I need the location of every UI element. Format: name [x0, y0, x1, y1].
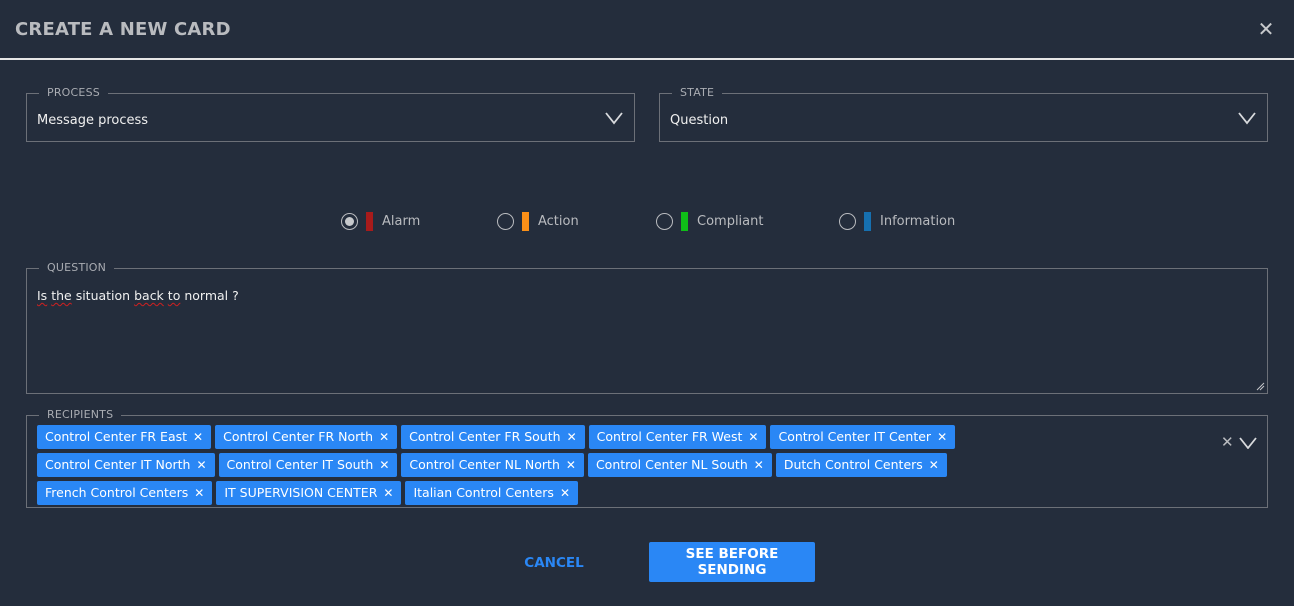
severity-label: Action [538, 214, 579, 229]
question-text[interactable]: Is the situation back to normal ? [37, 288, 239, 303]
process-value: Message process [37, 113, 149, 128]
remove-recipient-icon[interactable]: ✕ [193, 425, 203, 449]
remove-recipient-icon[interactable]: ✕ [754, 453, 764, 477]
recipient-chip-list: Control Center FR East ✕ Control Center FR… [37, 425, 1117, 505]
recipient-chip: Italian Control Centers ✕ [405, 481, 579, 505]
severity-label: Information [880, 214, 956, 229]
question-word: the [51, 288, 72, 303]
recipient-chip: Control Center FR East ✕ [37, 425, 212, 449]
recipient-chip-label: Control Center NL North [409, 457, 560, 472]
clear-all-icon[interactable]: ✕ [1221, 433, 1234, 451]
recipient-chip-label: Control Center FR North [223, 429, 374, 444]
remove-recipient-icon[interactable]: ✕ [196, 453, 206, 477]
remove-recipient-icon[interactable]: ✕ [194, 481, 204, 505]
recipient-chip-label: Control Center FR East [45, 429, 188, 444]
recipient-chip: Dutch Control Centers ✕ [775, 453, 947, 477]
state-select[interactable]: STATE Question [659, 87, 1268, 142]
recipient-chip: Control Center NL South ✕ [587, 453, 772, 477]
recipient-chip-label: French Control Centers [45, 485, 189, 500]
dialog-title: CREATE A NEW CARD [15, 19, 231, 40]
remove-recipient-icon[interactable]: ✕ [937, 425, 947, 449]
remove-recipient-icon[interactable]: ✕ [567, 425, 577, 449]
process-select[interactable]: PROCESS Message process [26, 87, 635, 142]
recipient-chip: Control Center IT North ✕ [37, 453, 215, 477]
radio-button[interactable] [341, 213, 358, 230]
state-label: STATE [680, 86, 715, 99]
recipient-chip: French Control Centers ✕ [37, 481, 213, 505]
recipients-label: RECIPIENTS [47, 408, 114, 421]
recipient-chip: IT SUPERVISION CENTER ✕ [216, 481, 402, 505]
remove-recipient-icon[interactable]: ✕ [929, 453, 939, 477]
recipient-chip-label: Control Center IT Center [778, 429, 932, 444]
chevron-down-icon[interactable] [604, 111, 624, 125]
chevron-down-icon[interactable] [1237, 111, 1257, 125]
recipient-chip-label: Dutch Control Centers [783, 457, 923, 472]
remove-recipient-icon[interactable]: ✕ [379, 453, 389, 477]
recipient-chip-label: IT SUPERVISION CENTER [224, 485, 378, 500]
severity-label: Alarm [382, 214, 421, 229]
remove-recipient-icon[interactable]: ✕ [748, 425, 758, 449]
question-word: normal ? [184, 288, 239, 303]
remove-recipient-icon[interactable]: ✕ [379, 425, 389, 449]
recipient-chip: Control Center IT Center ✕ [770, 425, 956, 449]
remove-recipient-icon[interactable]: ✕ [560, 481, 570, 505]
recipient-chip: Control Center FR North ✕ [215, 425, 398, 449]
question-textarea[interactable]: QUESTION Is the situation back to normal… [26, 262, 1268, 394]
see-before-sending-button[interactable]: SEE BEFORE SENDING [649, 542, 815, 582]
resize-grip-icon[interactable] [1255, 381, 1265, 391]
recipient-chip-label: Control Center IT North [45, 457, 191, 472]
remove-recipient-icon[interactable]: ✕ [383, 481, 393, 505]
recipients-multiselect[interactable]: RECIPIENTS Control Center FR East ✕ Contro… [26, 409, 1268, 508]
recipient-chip: Control Center FR West ✕ [588, 425, 767, 449]
radio-button[interactable] [839, 213, 856, 230]
recipient-chip: Control Center FR South ✕ [401, 425, 585, 449]
severity-label: Compliant [697, 214, 764, 229]
chevron-down-icon[interactable] [1239, 437, 1257, 449]
recipient-chip: Control Center IT South ✕ [218, 453, 398, 477]
severity-radio-group: Alarm Action Compliant Information [0, 211, 1294, 233]
question-word: to [167, 288, 181, 303]
recipient-chip-label: Control Center NL South [595, 457, 748, 472]
severity-color-swatch [681, 212, 688, 231]
severity-color-swatch [522, 212, 529, 231]
dialog-header: CREATE A NEW CARD ✕ [0, 0, 1294, 60]
recipient-chip-label: Italian Control Centers [413, 485, 554, 500]
recipient-chip-label: Control Center FR West [596, 429, 743, 444]
cancel-button[interactable]: CANCEL [518, 543, 590, 582]
question-word: situation [75, 288, 131, 303]
recipient-chip: Control Center NL North ✕ [401, 453, 584, 477]
question-word: back [134, 288, 164, 303]
question-label: QUESTION [47, 261, 107, 274]
process-label: PROCESS [47, 86, 100, 99]
radio-button[interactable] [656, 213, 673, 230]
radio-button[interactable] [497, 213, 514, 230]
remove-recipient-icon[interactable]: ✕ [566, 453, 576, 477]
recipient-chip-label: Control Center IT South [226, 457, 374, 472]
recipient-chip-label: Control Center FR South [409, 429, 561, 444]
question-word: Is [37, 288, 48, 303]
close-icon[interactable]: ✕ [1256, 18, 1276, 40]
state-value: Question [670, 113, 729, 128]
severity-color-swatch [864, 212, 871, 231]
severity-color-swatch [366, 212, 373, 231]
